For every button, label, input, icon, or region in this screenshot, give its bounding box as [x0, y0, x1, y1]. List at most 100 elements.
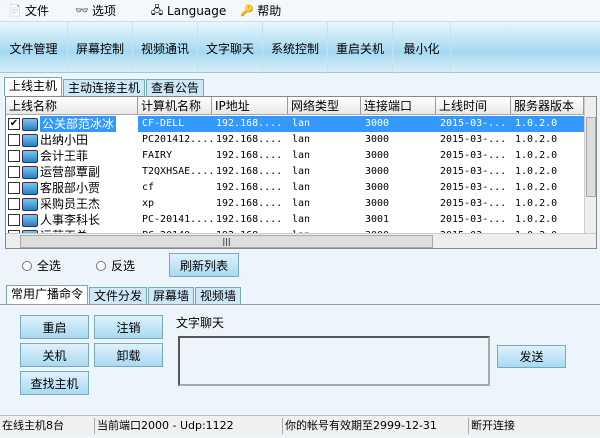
host-name-cell: 会计王菲 — [6, 148, 138, 164]
find-host-button[interactable]: 查找主机 — [20, 371, 89, 395]
table-cell: 192.168.... — [216, 214, 283, 225]
table-cell: 1.0.2.0 — [515, 214, 558, 225]
horizontal-scrollbar[interactable]: ||| — [6, 233, 596, 248]
toolbar: 文件管理 屏幕控制 视频通讯 文字聊天 系统控制 重启关机 最小化 — [0, 21, 600, 74]
tab-broadcast-commands[interactable]: 常用广播命令 — [6, 285, 89, 304]
status-online-count: 在线主机8台 — [2, 419, 64, 432]
table-cell: lan — [292, 214, 311, 225]
toolbar-restart-shutdown[interactable]: 重启关机 — [328, 22, 393, 74]
host-table: 上线名称 计算机名称 IP地址 网络类型 连接端口 上线时间 服务器版本 ✔ 公关部范冰冰 CF… — [5, 96, 597, 249]
send-button[interactable]: 发送 — [497, 345, 566, 368]
help-icon: 🔑 — [240, 3, 255, 17]
table-cell: 3001 — [365, 214, 390, 225]
table-cell: 2015-03-... — [440, 166, 507, 177]
shutdown-button[interactable]: 关机 — [20, 343, 89, 367]
tab-online-hosts[interactable]: 上线主机 — [4, 77, 63, 96]
table-cell: 192.168.... — [216, 198, 283, 209]
toolbar-text-chat[interactable]: 文字聊天 — [198, 22, 263, 74]
table-cell: cf — [142, 182, 155, 193]
computer-icon — [22, 197, 38, 211]
toolbar-video[interactable]: 视频通讯 — [133, 22, 198, 74]
table-cell: 2015-03-... — [440, 198, 507, 209]
column-header[interactable]: 服务器版本 — [511, 97, 584, 114]
table-row[interactable]: 运营部覃副 T2QXHSAE.... 192.168.... lan 3000 2015-… — [6, 164, 584, 180]
menu-help[interactable]: 🔑 帮助 — [234, 0, 287, 21]
refresh-list-button[interactable]: 刷新列表 — [169, 253, 239, 277]
column-header[interactable]: 上线名称 — [6, 97, 138, 114]
menu-file[interactable]: 📄 文件 — [2, 0, 55, 21]
table-cell: FAIRY — [142, 150, 173, 161]
column-header[interactable]: 网络类型 — [288, 97, 361, 114]
host-name-cell: 运营部覃副 — [6, 164, 138, 180]
table-row[interactable]: ✔ 公关部范冰冰 CF-DELL 192.168.... lan 3000 2015-03-… — [6, 116, 584, 132]
table-cell: 1.0.2.0 — [515, 182, 558, 193]
host-name-cell: ✔ 公关部范冰冰 — [6, 116, 138, 132]
host-name: 运营部覃副 — [40, 165, 101, 179]
host-name-cell: 采购员王杰 — [6, 196, 138, 212]
table-cell: 1.0.2.0 — [515, 150, 558, 161]
table-cell: PC-20141.... — [142, 214, 212, 225]
column-header[interactable]: 计算机名称 — [138, 97, 212, 114]
computer-icon — [22, 133, 38, 147]
table-cell: 192.168.... — [216, 166, 283, 177]
status-disconnect[interactable]: 断开连接 — [468, 418, 515, 434]
computer-icon — [22, 117, 38, 131]
tab-announcements[interactable]: 查看公告 — [146, 79, 205, 96]
menu-bar: 📄 文件 👓 选项 🖧 Language 🔑 帮助 — [0, 0, 600, 21]
table-cell: lan — [292, 182, 311, 193]
column-header[interactable]: 连接端口 — [361, 97, 436, 114]
row-checkbox[interactable]: ✔ — [8, 118, 20, 130]
table-cell: lan — [292, 166, 311, 177]
row-checkbox[interactable] — [8, 134, 20, 146]
computer-icon — [22, 213, 38, 227]
table-cell: CF-DELL — [138, 116, 212, 132]
table-cell: 1.0.2.0 — [515, 166, 558, 177]
tab-divider — [0, 304, 600, 305]
table-cell: lan — [292, 198, 311, 209]
menu-options[interactable]: 👓 选项 — [69, 0, 122, 21]
table-cell: 3000 — [365, 166, 390, 177]
invert-selection-radio[interactable]: 反选 — [96, 257, 135, 274]
vertical-scrollbar[interactable] — [584, 97, 596, 233]
table-cell: 2015-03-... — [440, 214, 507, 225]
table-row[interactable]: 人事李科长 PC-20141.... 192.168.... lan 3001 2015-… — [6, 212, 584, 228]
row-checkbox[interactable] — [8, 182, 20, 194]
logout-button[interactable]: 注销 — [94, 315, 163, 339]
host-name: 出纳小田 — [40, 133, 89, 147]
toolbar-file-manage[interactable]: 文件管理 — [0, 22, 68, 74]
host-name-cell: 人事李科长 — [6, 212, 138, 228]
column-header[interactable]: IP地址 — [212, 97, 288, 114]
chat-input[interactable] — [178, 336, 490, 386]
row-checkbox[interactable] — [8, 150, 20, 162]
restart-button[interactable]: 重启 — [20, 315, 89, 339]
glasses-icon: 👓 — [75, 3, 89, 17]
table-row[interactable]: 会计王菲 FAIRY 192.168.... lan 3000 2015-03-... 1.… — [6, 148, 584, 164]
tab-screen-wall[interactable]: 屏幕墙 — [148, 287, 195, 304]
menu-language[interactable]: 🖧 Language — [144, 0, 232, 21]
table-cell: lan — [288, 116, 361, 132]
host-name: 会计王菲 — [40, 149, 89, 163]
row-checkbox[interactable] — [8, 166, 20, 178]
host-name: 客服部小贾 — [40, 181, 101, 195]
toolbar-minimize[interactable]: 最小化 — [393, 22, 451, 74]
tab-file-distribution[interactable]: 文件分发 — [89, 287, 148, 304]
host-tabs: 上线主机 主动连接主机 查看公告 — [4, 77, 205, 96]
toolbar-system-control[interactable]: 系统控制 — [263, 22, 328, 74]
table-row[interactable]: 采购员王杰 xp 192.168.... lan 3000 2015-03-... 1.0.… — [6, 196, 584, 212]
command-tabs: 常用广播命令 文件分发 屏幕墙 视频墙 — [6, 285, 242, 304]
document-icon: 📄 — [8, 3, 22, 17]
row-checkbox[interactable] — [8, 214, 20, 226]
column-header[interactable]: 上线时间 — [436, 97, 511, 114]
row-checkbox[interactable] — [8, 198, 20, 210]
toolbar-screen-control[interactable]: 屏幕控制 — [68, 22, 133, 74]
tab-video-wall[interactable]: 视频墙 — [195, 287, 242, 304]
status-account-expiry: 你的帐号有效期至2999-12-31 — [282, 418, 437, 434]
status-port: 当前端口2000 - Udp:1122 — [94, 418, 234, 434]
table-cell: 1.0.2.0 — [511, 116, 584, 132]
select-all-radio[interactable]: 全选 — [22, 257, 61, 274]
table-row[interactable]: 客服部小贾 cf 192.168.... lan 3000 2015-03-... 1.0.… — [6, 180, 584, 196]
tab-active-connect[interactable]: 主动连接主机 — [63, 79, 146, 96]
uninstall-button[interactable]: 卸载 — [94, 343, 163, 367]
table-cell: 2015-03-... — [440, 150, 507, 161]
table-row[interactable]: 出纳小田 PC201412.... 192.168.... lan 3000 2015-0… — [6, 132, 584, 148]
